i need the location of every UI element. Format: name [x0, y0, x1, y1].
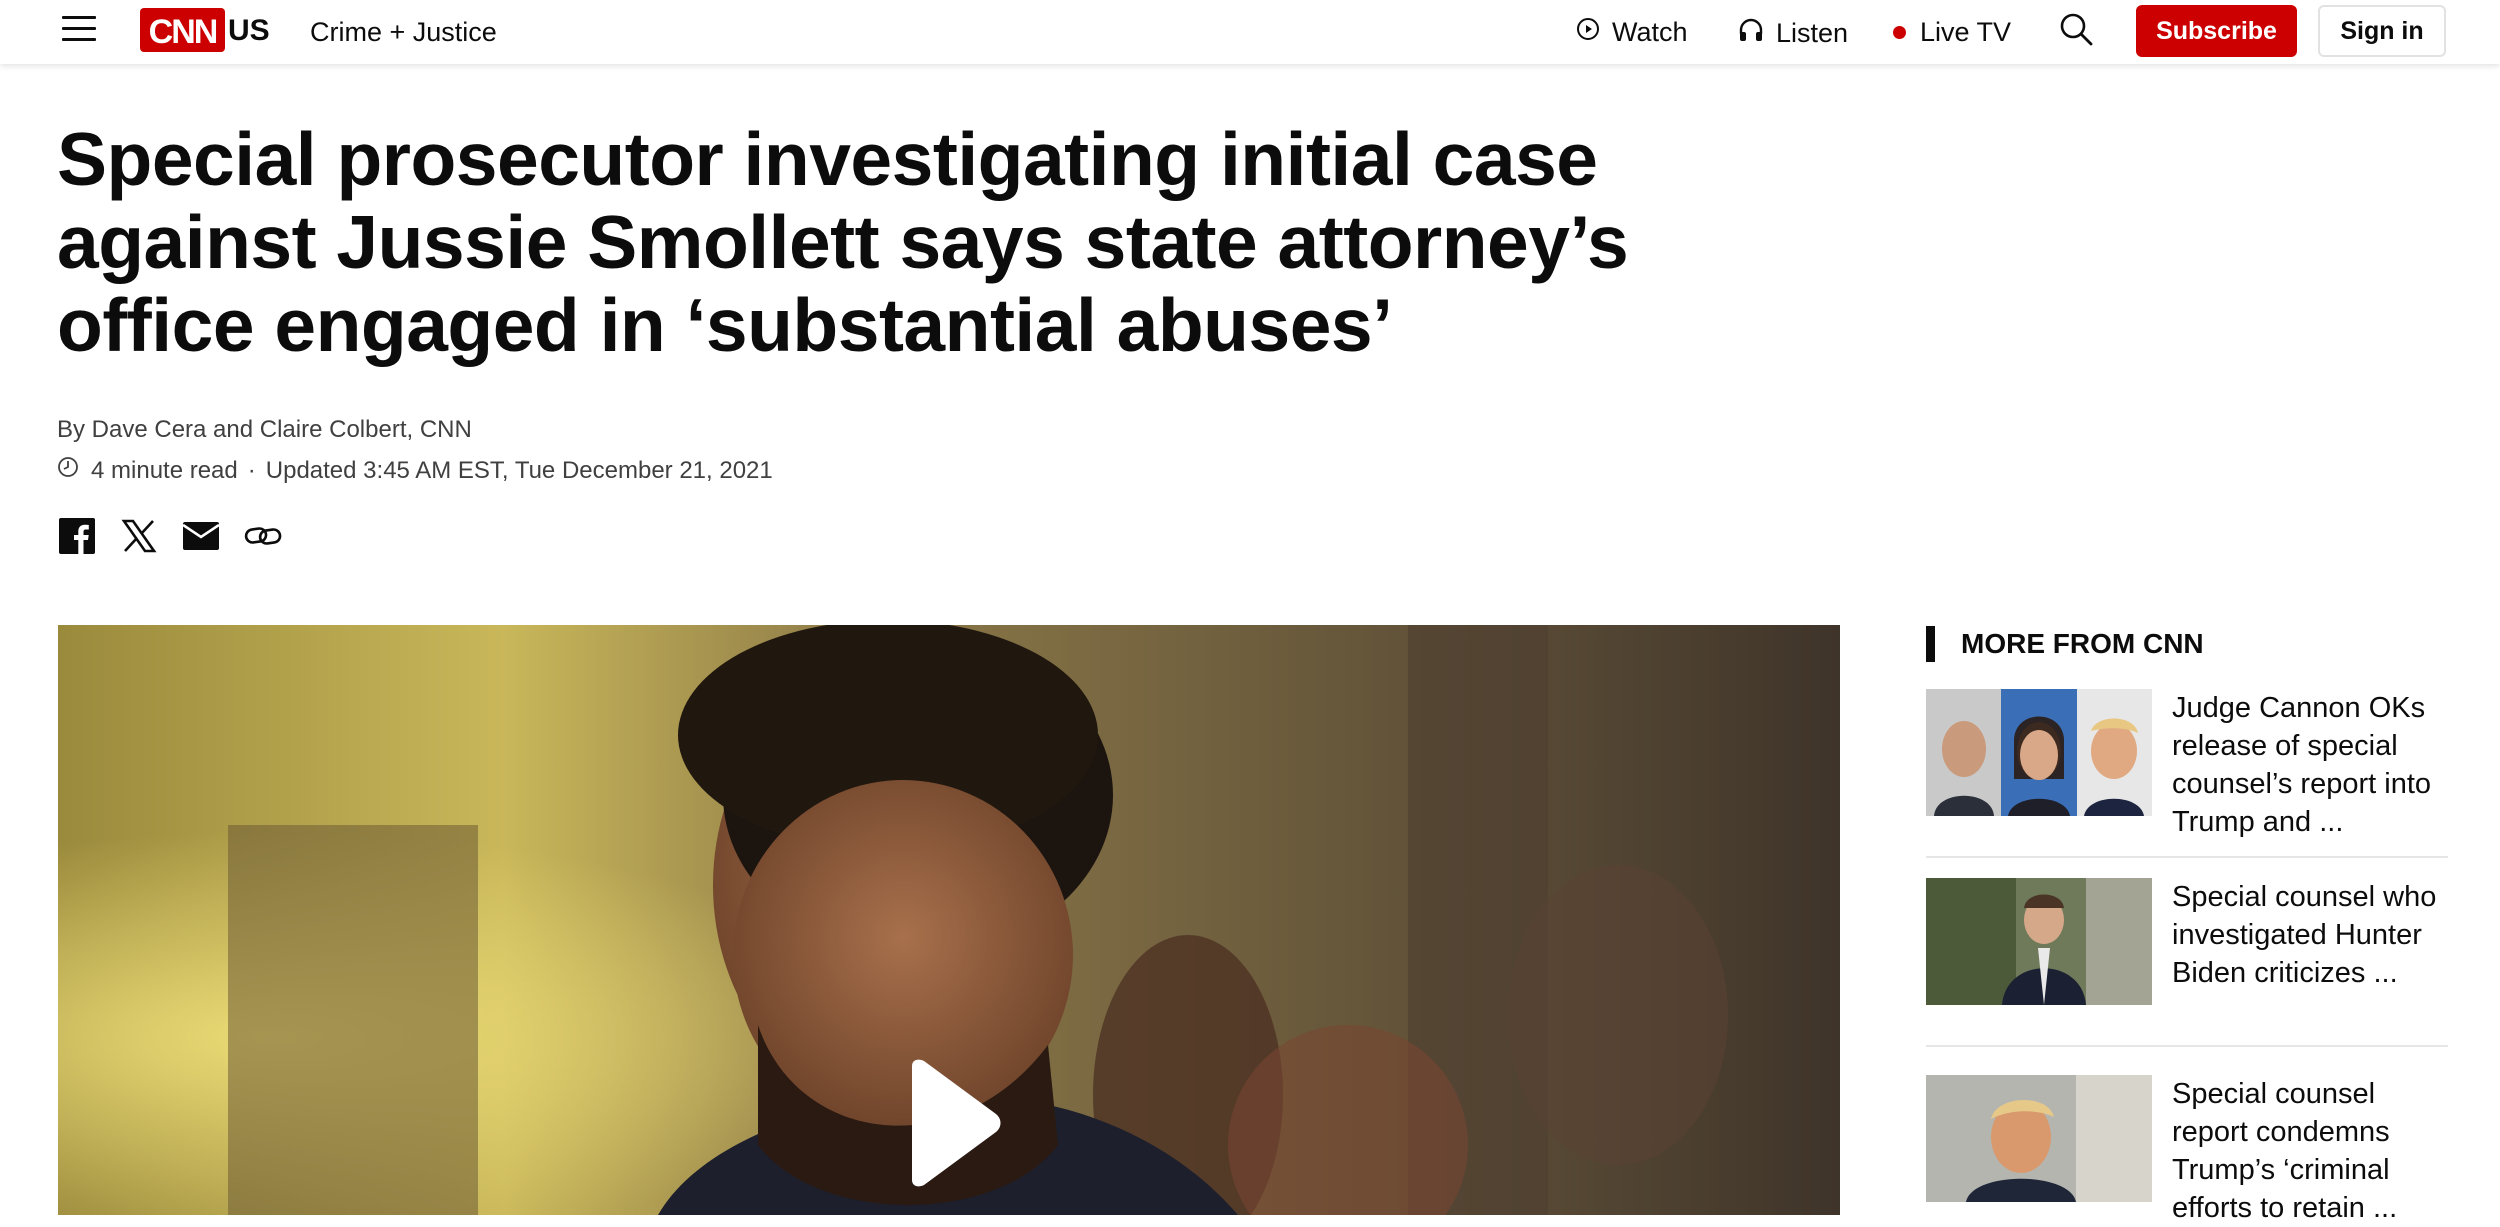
live-tv-link[interactable]: Live TV — [1893, 17, 2011, 48]
top-navigation-bar: CNN US Crime + Justice Watch Listen Live… — [0, 0, 2500, 64]
subscribe-button[interactable]: Subscribe — [2136, 5, 2297, 57]
article-headline: Special prosecutor investigating initial… — [57, 117, 1629, 367]
story-headline[interactable]: Special counsel report condemns Trump’s … — [2172, 1075, 2448, 1227]
menu-icon[interactable] — [62, 16, 96, 46]
sidebar-story-2[interactable]: Special counsel who investigated Hunter … — [1926, 878, 2448, 1005]
story-headline[interactable]: Judge Cannon OKs release of special coun… — [2172, 689, 2448, 841]
read-time: 4 minute read — [91, 456, 238, 484]
updated-timestamp: Updated 3:45 AM EST, Tue December 21, 20… — [265, 456, 773, 484]
story-divider — [1926, 856, 2448, 858]
x-icon[interactable] — [119, 516, 159, 556]
headphones-icon — [1738, 17, 1764, 50]
play-circle-icon — [1576, 17, 1600, 48]
article-byline: By Dave Cera and Claire Colbert, CNN — [57, 416, 472, 443]
cnn-logo[interactable]: CNN — [140, 8, 225, 52]
listen-link[interactable]: Listen — [1738, 17, 1848, 50]
clock-icon — [57, 456, 79, 485]
email-icon[interactable] — [181, 516, 221, 556]
listen-label: Listen — [1776, 18, 1849, 48]
more-from-cnn-heading: MORE FROM CNN — [1926, 626, 2204, 662]
live-indicator-icon — [1893, 26, 1906, 39]
play-button-icon[interactable] — [898, 1058, 1002, 1188]
section-link-crime-justice[interactable]: Crime + Justice — [310, 17, 497, 48]
edition-label[interactable]: US — [228, 14, 270, 48]
share-bar — [57, 516, 305, 556]
link-icon[interactable] — [243, 516, 283, 556]
watch-link[interactable]: Watch — [1576, 17, 1688, 48]
sign-in-button[interactable]: Sign in — [2318, 5, 2446, 57]
story-divider — [1926, 1045, 2448, 1047]
search-icon[interactable] — [2058, 11, 2094, 47]
meta-separator: · — [247, 456, 256, 484]
watch-label: Watch — [1612, 17, 1688, 47]
facebook-icon[interactable] — [57, 516, 97, 556]
sidebar-story-1[interactable]: Judge Cannon OKs release of special coun… — [1926, 689, 2448, 841]
live-tv-label: Live TV — [1920, 17, 2012, 47]
story-thumbnail[interactable] — [1926, 1075, 2152, 1202]
article-meta: 4 minute read · Updated 3:45 AM EST, Tue… — [57, 456, 773, 485]
story-headline[interactable]: Special counsel who investigated Hunter … — [2172, 878, 2448, 1005]
story-thumbnail[interactable] — [1926, 878, 2152, 1005]
sidebar-story-3[interactable]: Special counsel report condemns Trump’s … — [1926, 1075, 2448, 1227]
svg-text:CNN: CNN — [149, 13, 217, 51]
story-thumbnail[interactable] — [1926, 689, 2152, 816]
